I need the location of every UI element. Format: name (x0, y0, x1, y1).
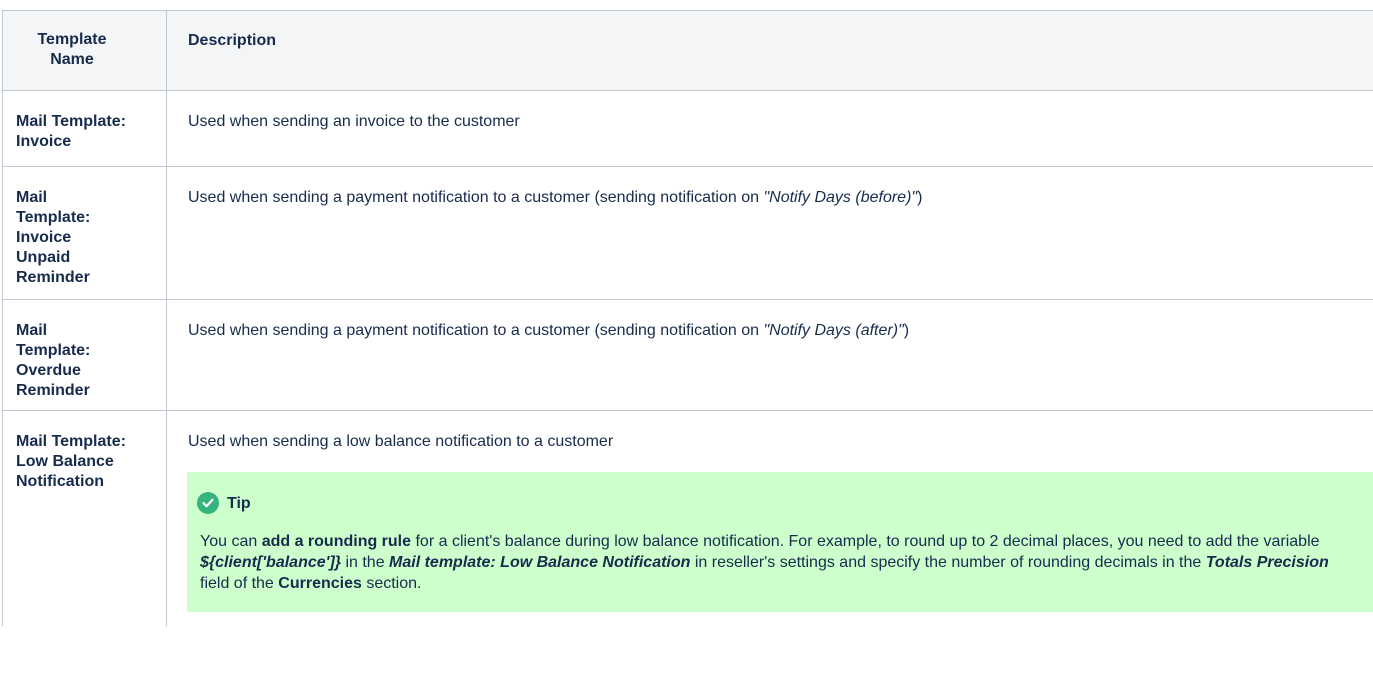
template-description-cell: Used when sending a payment notification… (166, 166, 1373, 300)
table-row: Mail Template: Overdue Reminder Used whe… (2, 299, 1373, 411)
template-description-cell: Used when sending a payment notification… (166, 299, 1373, 411)
table-row: Mail Template: Invoice Used when sending… (2, 90, 1373, 167)
template-name-cell: Mail Template: Overdue Reminder (2, 299, 167, 411)
tip-title: Tip (197, 492, 1373, 514)
template-description-cell: Used when sending a low balance notifica… (166, 410, 1373, 626)
template-description-cell: Used when sending an invoice to the cust… (166, 90, 1373, 167)
mail-templates-table: Template Name Description Mail Template:… (2, 10, 1373, 626)
tip-panel: Tip You can add a rounding rule for a cl… (187, 472, 1373, 612)
table-header-row: Template Name Description (2, 10, 1373, 91)
template-name-cell: Mail Template: Invoice (2, 90, 167, 167)
template-name-cell: Mail Template: Low Balance Notification (2, 410, 167, 626)
table-row: Mail Template: Invoice Unpaid Reminder U… (2, 166, 1373, 300)
notify-days-after: "Notify Days (after)" (763, 322, 904, 339)
notify-days-before: "Notify Days (before)" (763, 189, 918, 206)
template-name-cell: Mail Template: Invoice Unpaid Reminder (2, 166, 167, 300)
column-header-description: Description (166, 10, 1373, 91)
check-circle-icon (197, 492, 219, 514)
low-balance-description: Used when sending a low balance notifica… (188, 433, 614, 450)
column-header-template-name: Template Name (2, 10, 167, 91)
balance-variable: ${client['balance']} (200, 554, 341, 571)
tip-body: You can add a rounding rule for a client… (200, 533, 1329, 592)
table-row: Mail Template: Low Balance Notification … (2, 410, 1373, 626)
